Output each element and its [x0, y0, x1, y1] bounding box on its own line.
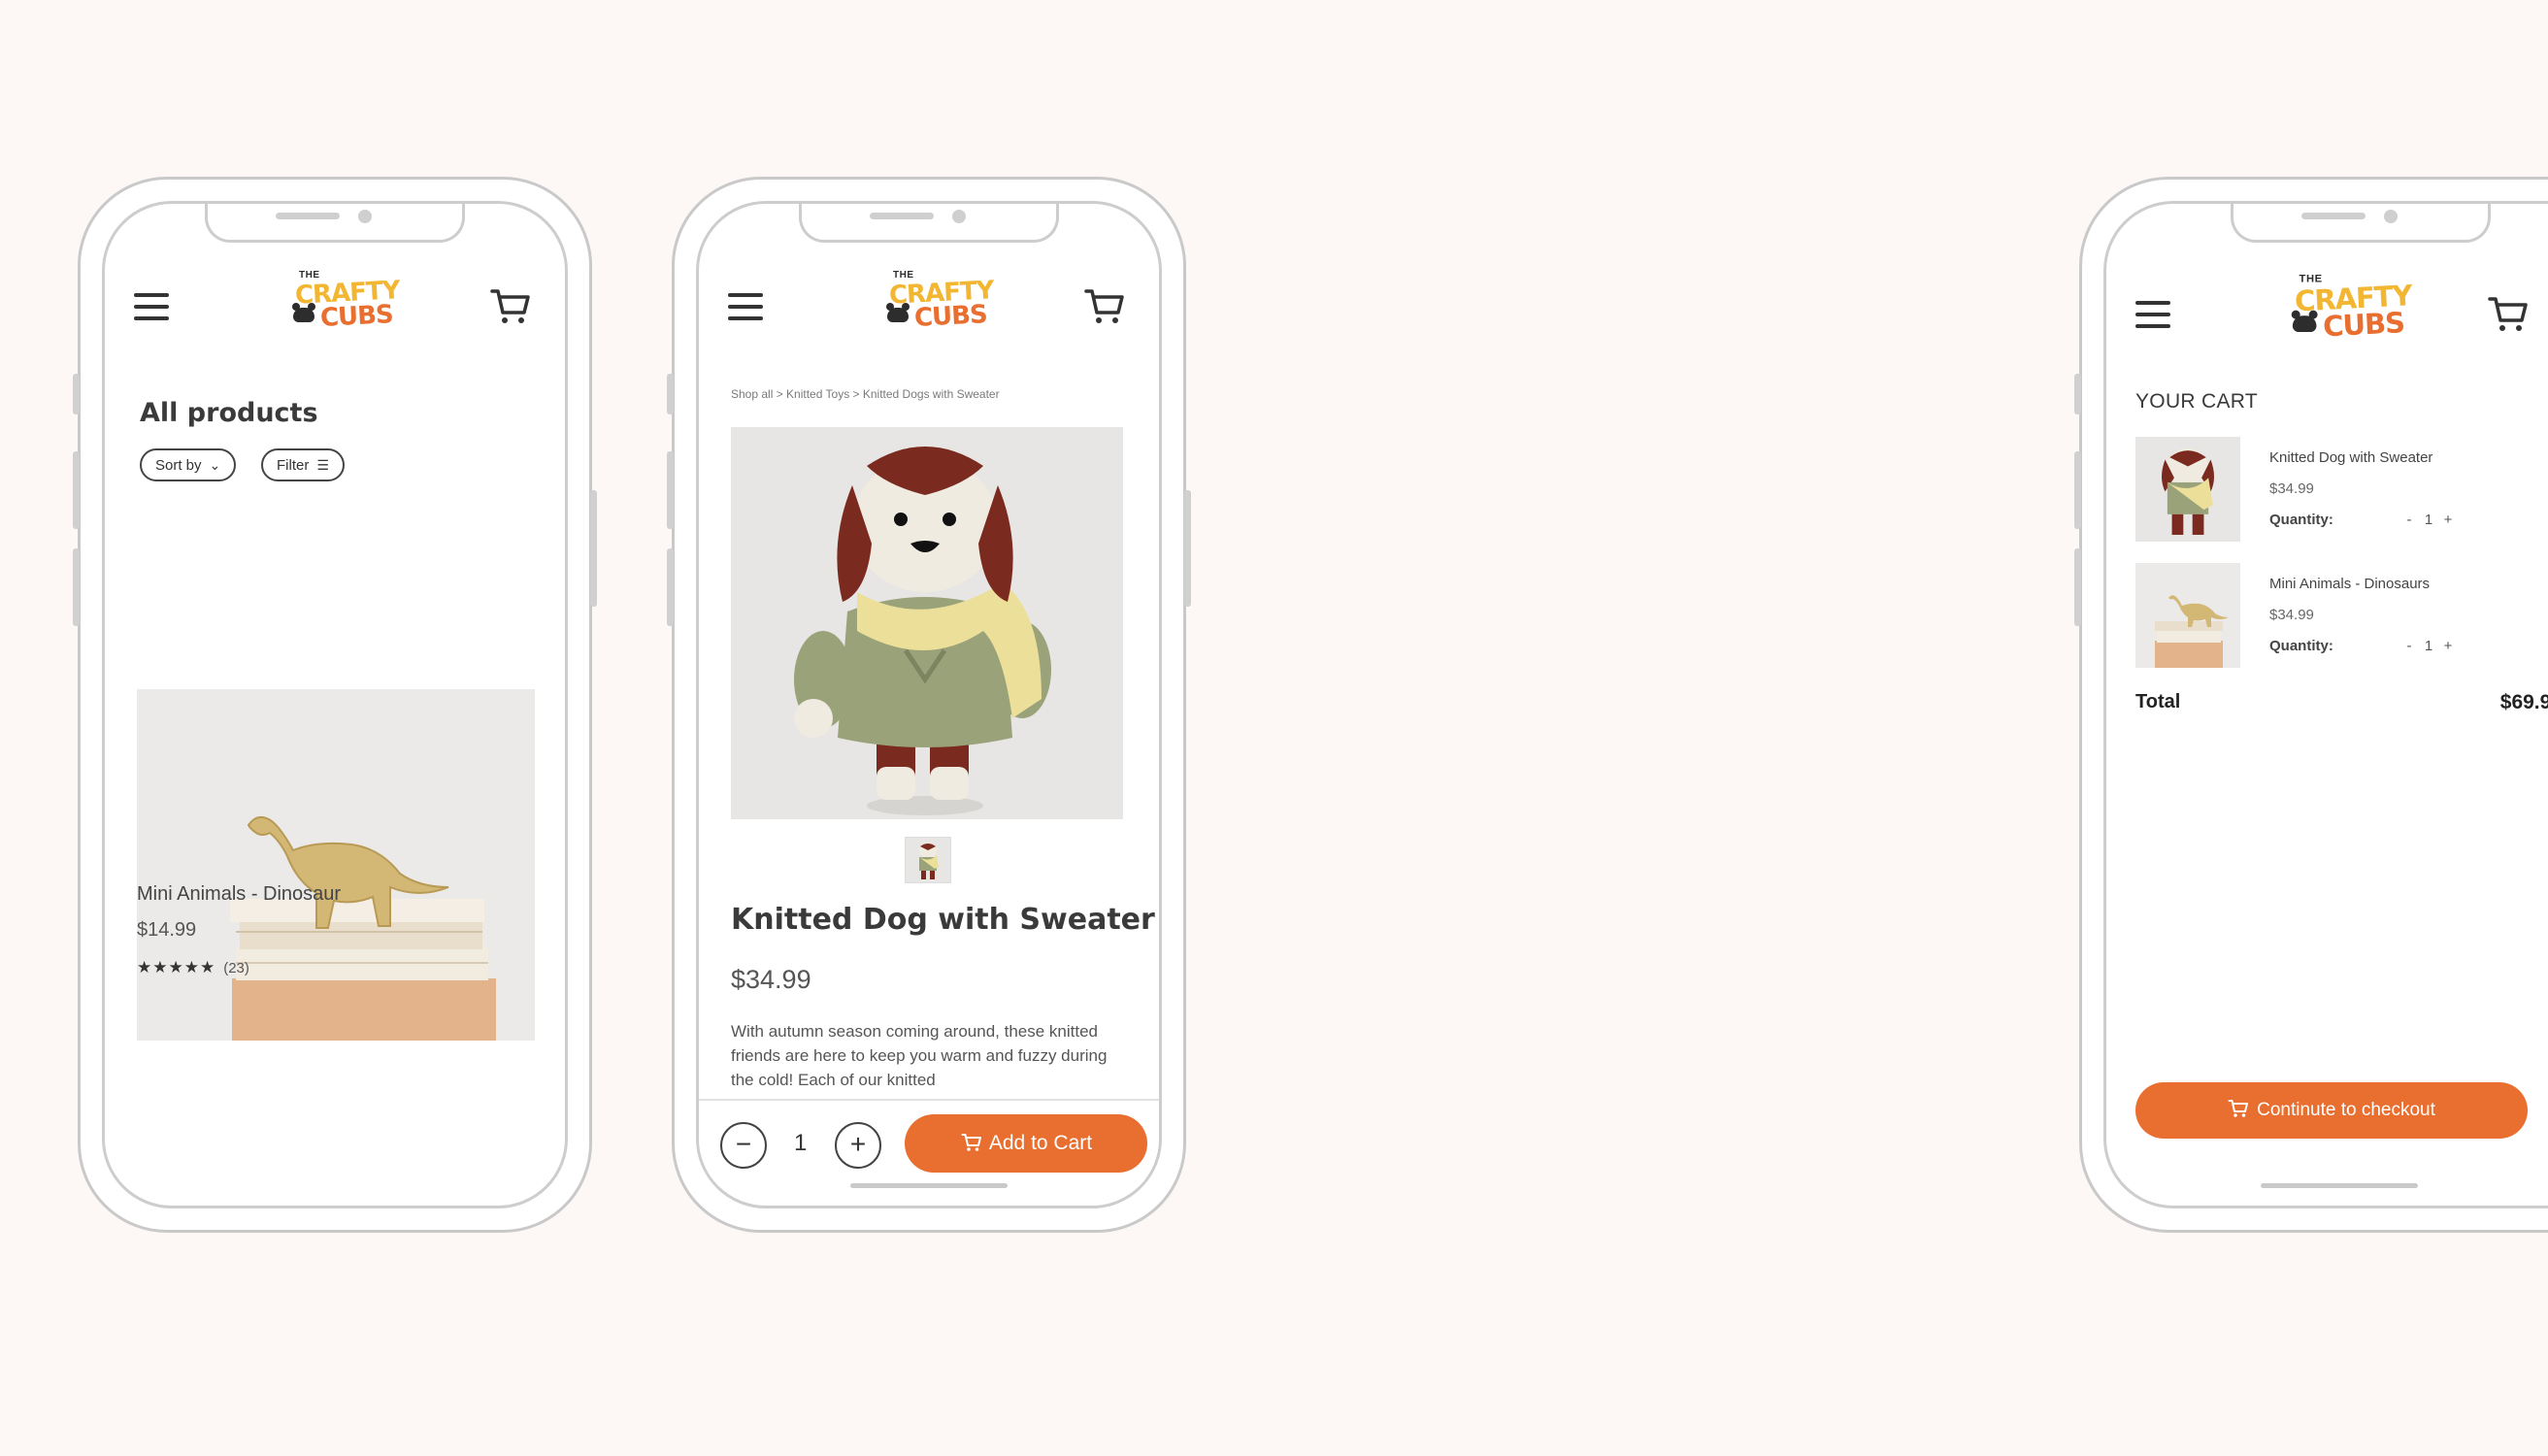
cart-icon[interactable]: [1083, 285, 1126, 328]
star-icon: ★★★★★: [137, 958, 216, 976]
hamburger-icon[interactable]: [134, 293, 169, 320]
rating-stars: ★★★★★ (23): [137, 958, 249, 977]
product-main-image[interactable]: [731, 427, 1123, 819]
quantity-increase-button[interactable]: +: [2438, 512, 2458, 528]
notch: [205, 204, 465, 243]
quantity-stepper: -1 +: [2399, 512, 2462, 528]
phone-side-button: [2074, 451, 2081, 529]
header: THE CRAFTY CUBS: [699, 262, 1159, 349]
sliders-icon: ☰: [316, 457, 329, 473]
logo[interactable]: THE CRAFTY CUBS: [291, 270, 400, 342]
logo[interactable]: THE CRAFTY CUBS: [885, 270, 994, 342]
quantity-label: Quantity:: [2269, 512, 2333, 528]
phone-cart: THE CRAFTY CUBS YOUR CART Knitted Dog wi…: [2074, 177, 2548, 1233]
cart-title: YOUR CART: [2135, 390, 2258, 413]
screen: THE CRAFTY CUBS YOUR CART Knitted Dog wi…: [2103, 201, 2548, 1208]
cart-icon: [2228, 1100, 2249, 1117]
breadcrumb[interactable]: Shop all > Knitted Toys > Knitted Dogs w…: [731, 387, 1000, 401]
cart-item-price: $34.99: [2269, 607, 2314, 623]
phone-side-button: [667, 548, 674, 626]
phone-power-button: [590, 490, 597, 607]
cart-item-name[interactable]: Mini Animals - Dinosaurs: [2269, 576, 2430, 592]
cart-icon: [961, 1134, 981, 1151]
phone-power-button: [1184, 490, 1191, 607]
add-to-cart-button[interactable]: Add to Cart: [905, 1114, 1147, 1173]
product-name[interactable]: Mini Animals - Dinosaur: [137, 883, 341, 906]
cart-item-price: $34.99: [2269, 480, 2314, 497]
knitted-dog-illustration: [731, 427, 1123, 819]
cart-icon[interactable]: [2487, 293, 2530, 336]
quantity-value: 1: [2424, 638, 2433, 654]
quantity-decrease-button[interactable]: -: [2399, 512, 2419, 528]
total-value: $69.98: [2499, 691, 2548, 713]
add-to-cart-bar: − 1 + Add to Cart: [699, 1099, 1159, 1188]
phone-side-button: [73, 451, 80, 529]
product-price: $14.99: [137, 919, 197, 941]
logo[interactable]: THE CRAFTY CUBS: [2291, 274, 2412, 354]
cart-item-image[interactable]: [2135, 563, 2240, 668]
quantity-decrease-button[interactable]: −: [720, 1122, 767, 1169]
phone-product-list: THE CRAFTY CUBS All products Sort by ⌄ Fi…: [73, 177, 597, 1233]
header: THE CRAFTY CUBS: [2106, 270, 2548, 357]
home-indicator: [850, 1183, 1008, 1188]
bear-icon: [886, 303, 910, 322]
home-indicator: [2261, 1183, 2418, 1188]
sort-by-button[interactable]: Sort by ⌄: [140, 448, 237, 481]
phone-side-button: [73, 374, 80, 414]
page-title: All products: [140, 398, 318, 428]
cart-item-image[interactable]: [2135, 437, 2240, 542]
product-price: $34.99: [731, 965, 811, 994]
quantity-increase-button[interactable]: +: [2438, 638, 2458, 654]
notch: [2231, 204, 2491, 243]
quantity-label: Quantity:: [2269, 638, 2333, 654]
screen: THE CRAFTY CUBS All products Sort by ⌄ Fi…: [102, 201, 568, 1208]
quantity-value: 1: [794, 1130, 808, 1156]
notch: [799, 204, 1059, 243]
cart-icon[interactable]: [489, 285, 532, 328]
bear-icon: [292, 303, 315, 322]
filter-button[interactable]: Filter ☰: [261, 448, 345, 481]
header: THE CRAFTY CUBS: [105, 262, 565, 349]
quantity-value: 1: [2424, 512, 2433, 528]
phone-product-detail: THE CRAFTY CUBS Shop all > Knitted Toys …: [667, 177, 1191, 1233]
quantity-increase-button[interactable]: +: [835, 1122, 881, 1169]
product-image-dinosaur[interactable]: [137, 689, 535, 1041]
product-thumbnail[interactable]: [905, 837, 951, 883]
dinosaur-on-books-illustration: [137, 689, 535, 1041]
checkout-button[interactable]: Continute to checkout: [2135, 1082, 2528, 1139]
phone-side-button: [667, 451, 674, 529]
hamburger-icon[interactable]: [728, 293, 763, 320]
total-label: Total: [2135, 691, 2181, 712]
hamburger-icon[interactable]: [2135, 301, 2170, 328]
screen: THE CRAFTY CUBS Shop all > Knitted Toys …: [696, 201, 1162, 1208]
phone-side-button: [2074, 548, 2081, 626]
bear-icon: [2291, 310, 2318, 333]
product-title: Knitted Dog with Sweater: [731, 903, 1155, 937]
quantity-decrease-button[interactable]: -: [2399, 638, 2419, 654]
chevron-down-icon: ⌄: [209, 457, 221, 473]
review-count: (23): [223, 960, 249, 976]
phone-side-button: [2074, 374, 2081, 414]
product-description: With autumn season coming around, these …: [731, 1022, 1108, 1089]
phone-side-button: [73, 548, 80, 626]
cart-item-name[interactable]: Knitted Dog with Sweater: [2269, 449, 2432, 466]
phone-side-button: [667, 374, 674, 414]
quantity-stepper: -1 +: [2399, 638, 2462, 654]
